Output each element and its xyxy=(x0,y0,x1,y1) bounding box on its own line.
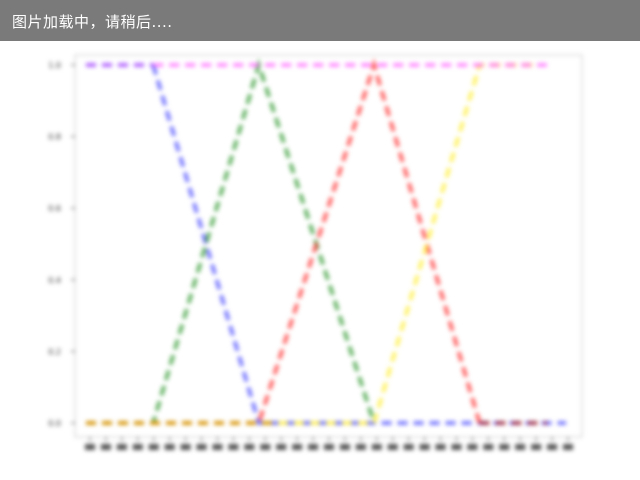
series-line-2 xyxy=(151,64,566,425)
x-tick-label xyxy=(164,444,175,450)
x-tick-label xyxy=(132,444,143,450)
y-tick-label: 0.8 xyxy=(48,133,61,142)
x-tick-label xyxy=(547,444,558,450)
x-tick-label xyxy=(116,444,127,450)
x-tick-label xyxy=(403,444,414,450)
x-tick-label xyxy=(148,444,159,450)
x-tick-label xyxy=(228,444,239,450)
x-tick-label xyxy=(308,444,319,450)
x-tick-label xyxy=(180,444,191,450)
x-tick-label xyxy=(371,444,382,450)
x-tick-label xyxy=(85,444,95,450)
x-tick-label xyxy=(355,444,366,450)
x-tick-label xyxy=(276,444,287,450)
y-tick-label: 1.0 xyxy=(48,61,61,70)
line-chart: 0.0 0.2 0.4 0.6 0.8 1.0 xyxy=(48,54,583,450)
x-tick-label xyxy=(563,444,573,450)
y-tick-label: 0.4 xyxy=(48,276,61,285)
x-tick-label xyxy=(260,444,271,450)
series-line-5 xyxy=(86,63,538,425)
x-tick-label xyxy=(467,444,478,450)
x-tick-label xyxy=(292,444,303,450)
x-tick-label xyxy=(451,444,462,450)
x-tick-label xyxy=(483,444,494,450)
x-tick-label xyxy=(435,444,446,450)
x-tick-label xyxy=(387,444,398,450)
x-tick-label xyxy=(196,444,207,450)
chart-area: 0.0 0.2 0.4 0.6 0.8 1.0 xyxy=(0,41,640,480)
y-tick-label: 0.2 xyxy=(48,347,61,356)
y-tick-label: 0.0 xyxy=(48,419,61,428)
y-axis: 0.0 0.2 0.4 0.6 0.8 1.0 xyxy=(48,61,75,428)
x-tick-label xyxy=(339,444,350,450)
x-tick-label xyxy=(100,444,111,450)
image-loading-message: 图片加载中，请稍后.... xyxy=(0,0,640,41)
plot-frame xyxy=(74,54,583,438)
chart-layer: 0.0 0.2 0.4 0.6 0.8 1.0 xyxy=(48,54,583,450)
x-tick-label xyxy=(212,444,223,450)
x-tick-label xyxy=(244,444,255,450)
x-tick-label xyxy=(515,444,526,450)
x-tick-label xyxy=(531,444,542,450)
series-line-4 xyxy=(86,58,482,425)
y-tick-label: 0.6 xyxy=(48,204,61,213)
x-tick-label xyxy=(324,444,334,450)
x-axis xyxy=(85,437,573,450)
series-line-3 xyxy=(86,58,376,425)
x-tick-label xyxy=(419,444,430,450)
series-layer xyxy=(86,58,566,425)
x-tick-label xyxy=(499,444,510,450)
